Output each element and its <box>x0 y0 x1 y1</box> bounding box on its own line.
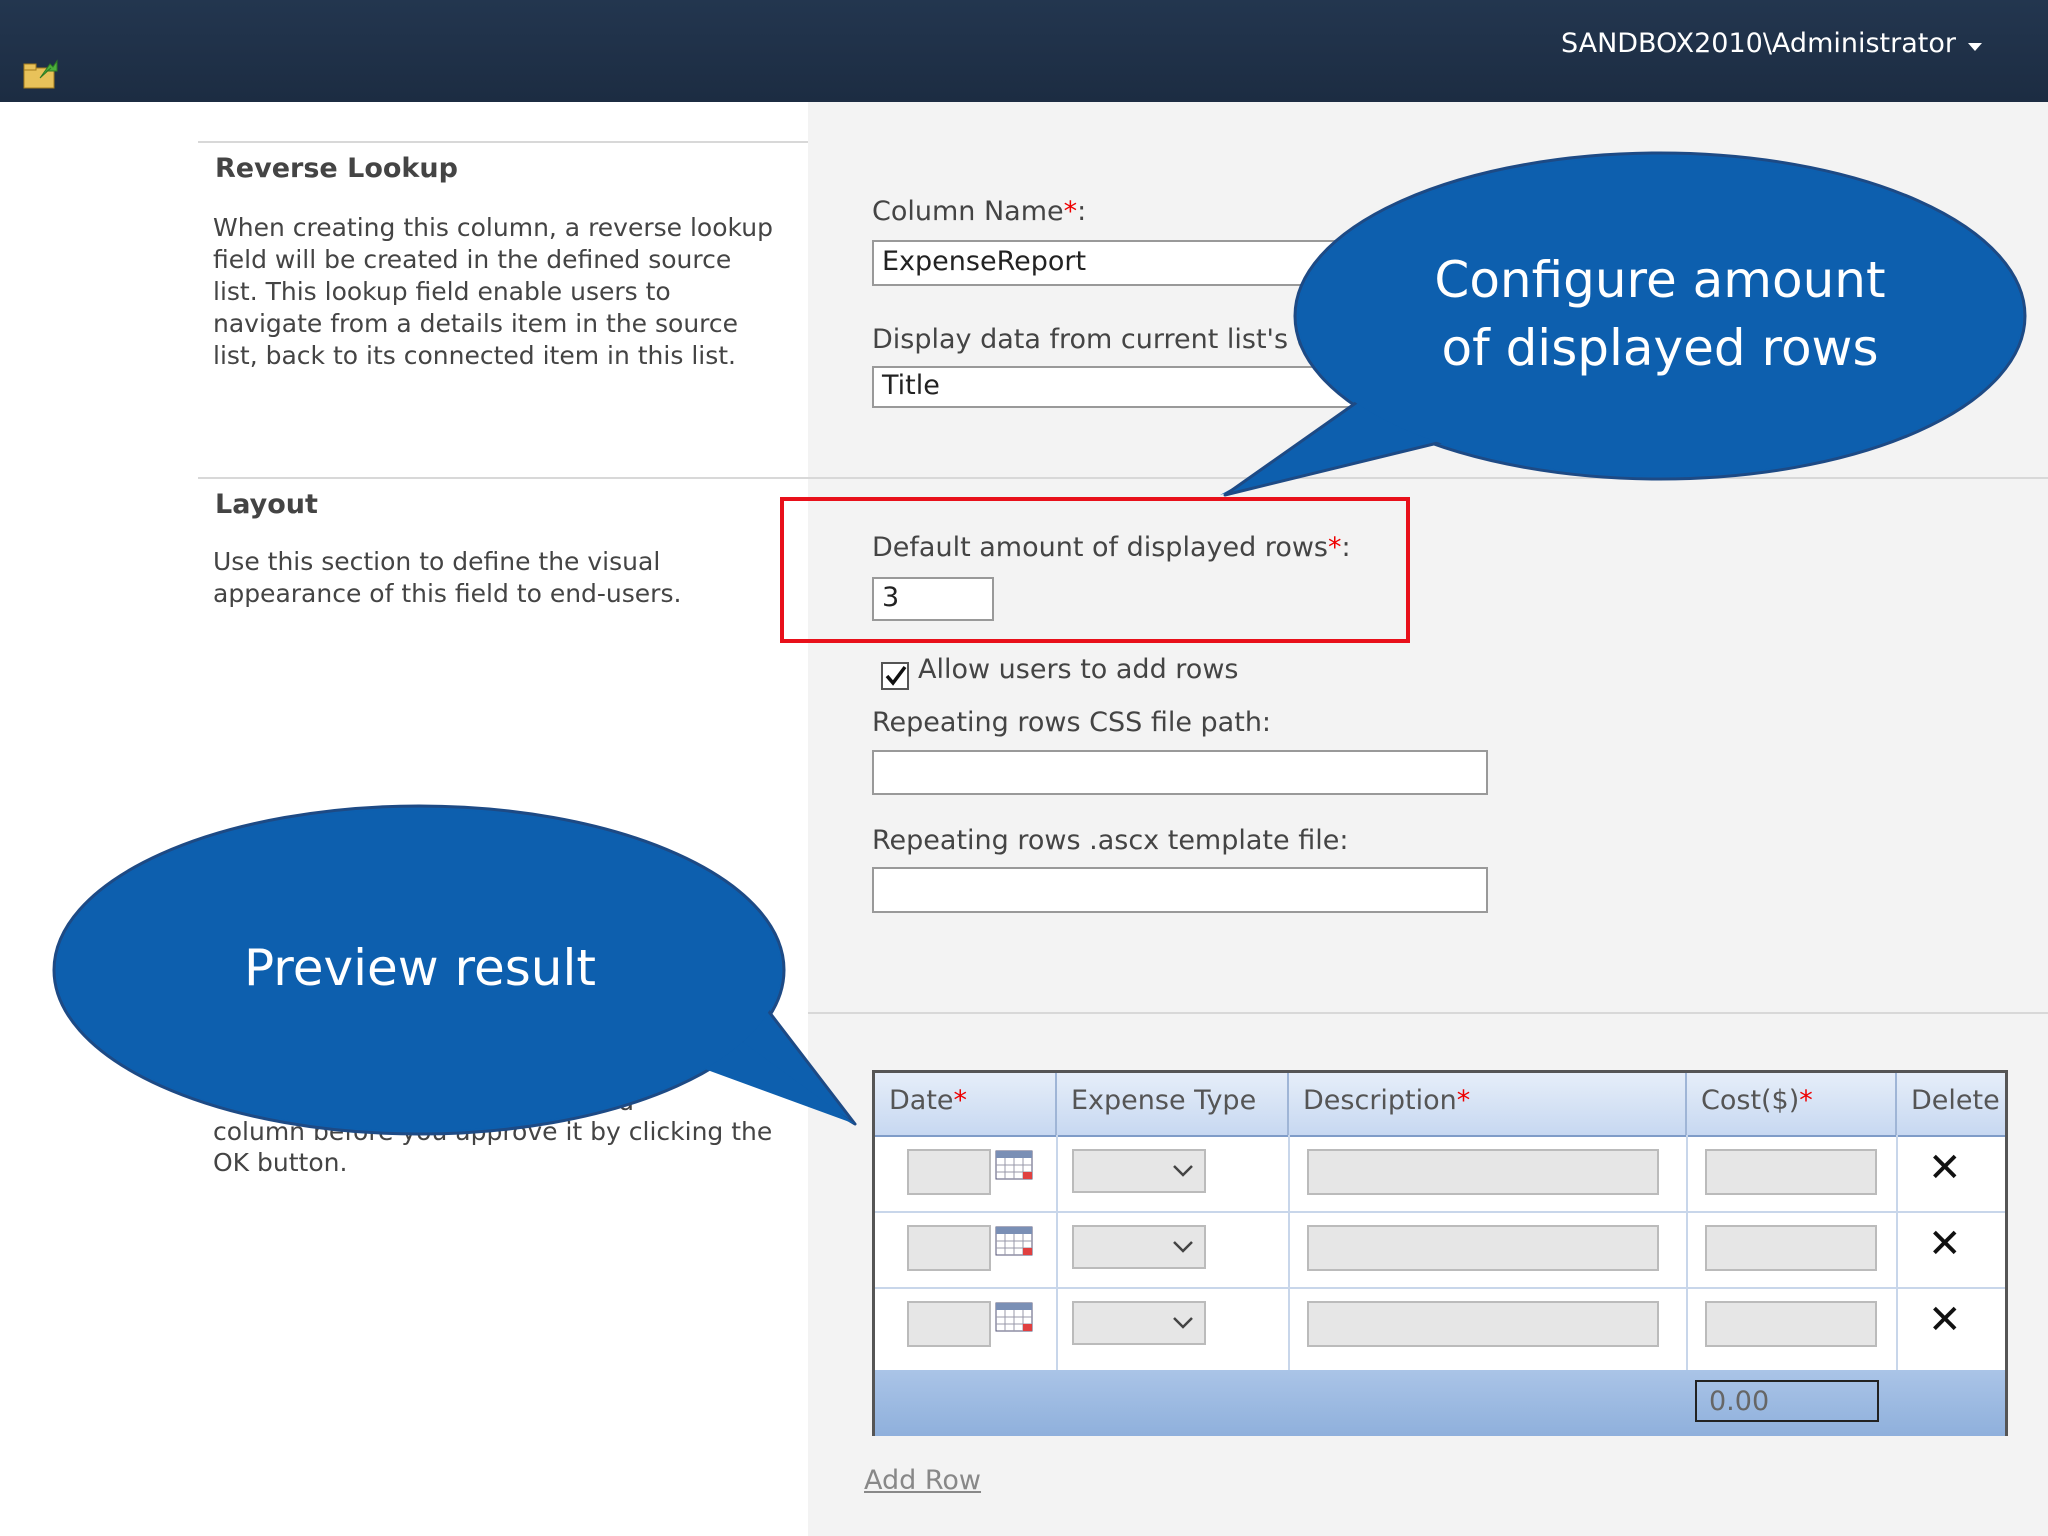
callout-configure-text: Configure amount of displayed rows <box>1380 246 1940 382</box>
callout-configure-line1: Configure amount <box>1434 251 1886 309</box>
callout-configure-line2: of displayed rows <box>1441 319 1879 377</box>
callout-preview-text: Preview result <box>244 939 596 997</box>
callout-layer <box>52 151 2027 1136</box>
